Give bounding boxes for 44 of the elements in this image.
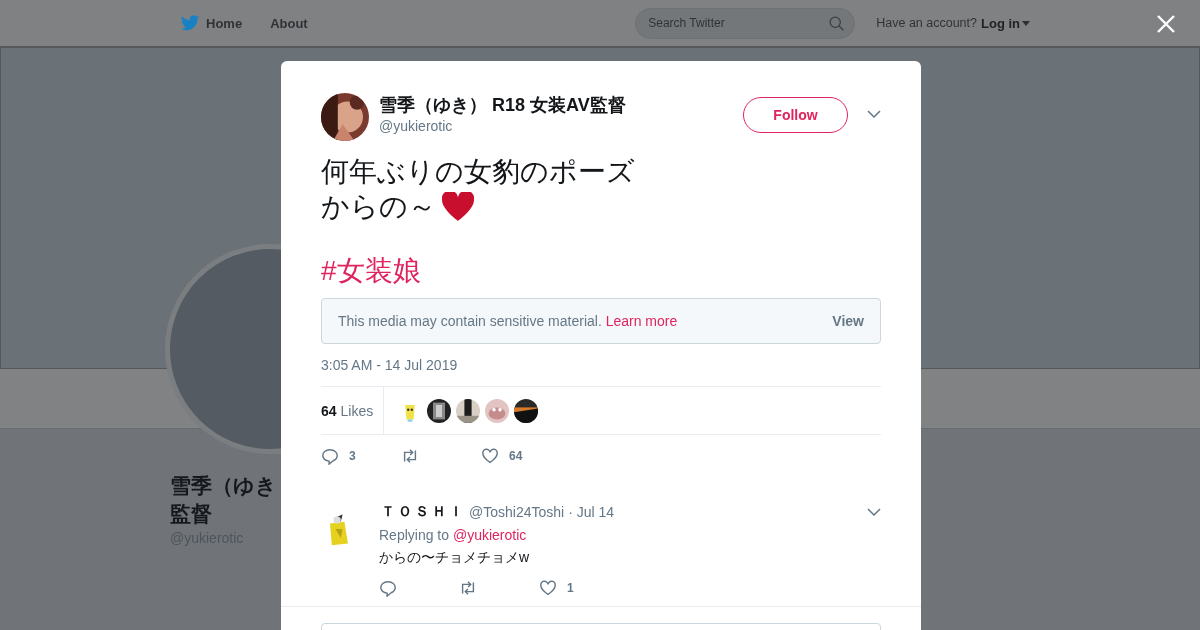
heart-icon bbox=[481, 447, 499, 465]
tweet-text: 何年ぶりの女豹のポーズ bbox=[321, 155, 635, 189]
retweet-icon bbox=[459, 579, 477, 597]
replying-label: Replying to bbox=[379, 527, 451, 543]
close-button[interactable] bbox=[1156, 14, 1176, 34]
learn-more-link[interactable]: Learn more bbox=[605, 313, 678, 329]
user-handle: @yukierotic bbox=[379, 118, 454, 134]
account-prompt: Have an account? bbox=[876, 16, 977, 30]
like-button[interactable]: 1 bbox=[539, 576, 619, 600]
caret-icon bbox=[1022, 20, 1030, 26]
like-button[interactable]: 64 bbox=[481, 444, 561, 468]
search-field[interactable]: Search Twitter bbox=[635, 7, 856, 39]
reply-date: · Jul 14 bbox=[568, 504, 616, 520]
likes-count: 64 bbox=[321, 402, 337, 419]
notice-text: This media may contain sensitive material. Learn more bbox=[338, 313, 678, 329]
nav-link[interactable]: Home bbox=[180, 14, 243, 32]
heart-icon bbox=[539, 579, 557, 597]
profile-name: 雪季（ゆき bbox=[170, 473, 278, 499]
chevron-icon bbox=[867, 110, 881, 118]
speech-bubble-icon bbox=[379, 579, 397, 597]
reply-text: からの〜チョメチョメw bbox=[379, 549, 531, 567]
retweet-icon bbox=[401, 447, 419, 465]
nav-link[interactable]: About bbox=[270, 15, 308, 31]
search-icon bbox=[828, 14, 846, 32]
timestamp: 3:05 AM - 14 Jul 2019 bbox=[321, 357, 459, 373]
chevron-icon bbox=[867, 508, 881, 516]
login-link[interactable]: Log in bbox=[981, 15, 1020, 31]
user-name: ＴＯＳＨＩ bbox=[381, 503, 466, 521]
bird-icon bbox=[180, 14, 200, 32]
view-button[interactable]: View bbox=[832, 313, 864, 329]
user-name: 雪季（ゆき） R18 女装AV監督 bbox=[379, 94, 627, 116]
more-button[interactable] bbox=[867, 110, 881, 118]
heart-emoji-icon bbox=[442, 192, 474, 221]
profile-name: 監督 bbox=[170, 501, 213, 527]
likes-label: Likes bbox=[340, 402, 374, 419]
mention-link[interactable]: @yukierotic bbox=[452, 527, 527, 543]
reply-button[interactable]: 3 bbox=[321, 444, 401, 468]
user-handle: @Toshi24Toshi bbox=[469, 504, 565, 520]
more-button[interactable] bbox=[867, 508, 881, 516]
hashtag-link[interactable]: #女装娘 bbox=[321, 253, 881, 289]
follow-button[interactable]: Follow bbox=[743, 97, 848, 133]
speech-bubble-icon bbox=[321, 447, 339, 465]
close-icon bbox=[1156, 14, 1176, 34]
tweet-text: からの～ bbox=[321, 190, 436, 224]
